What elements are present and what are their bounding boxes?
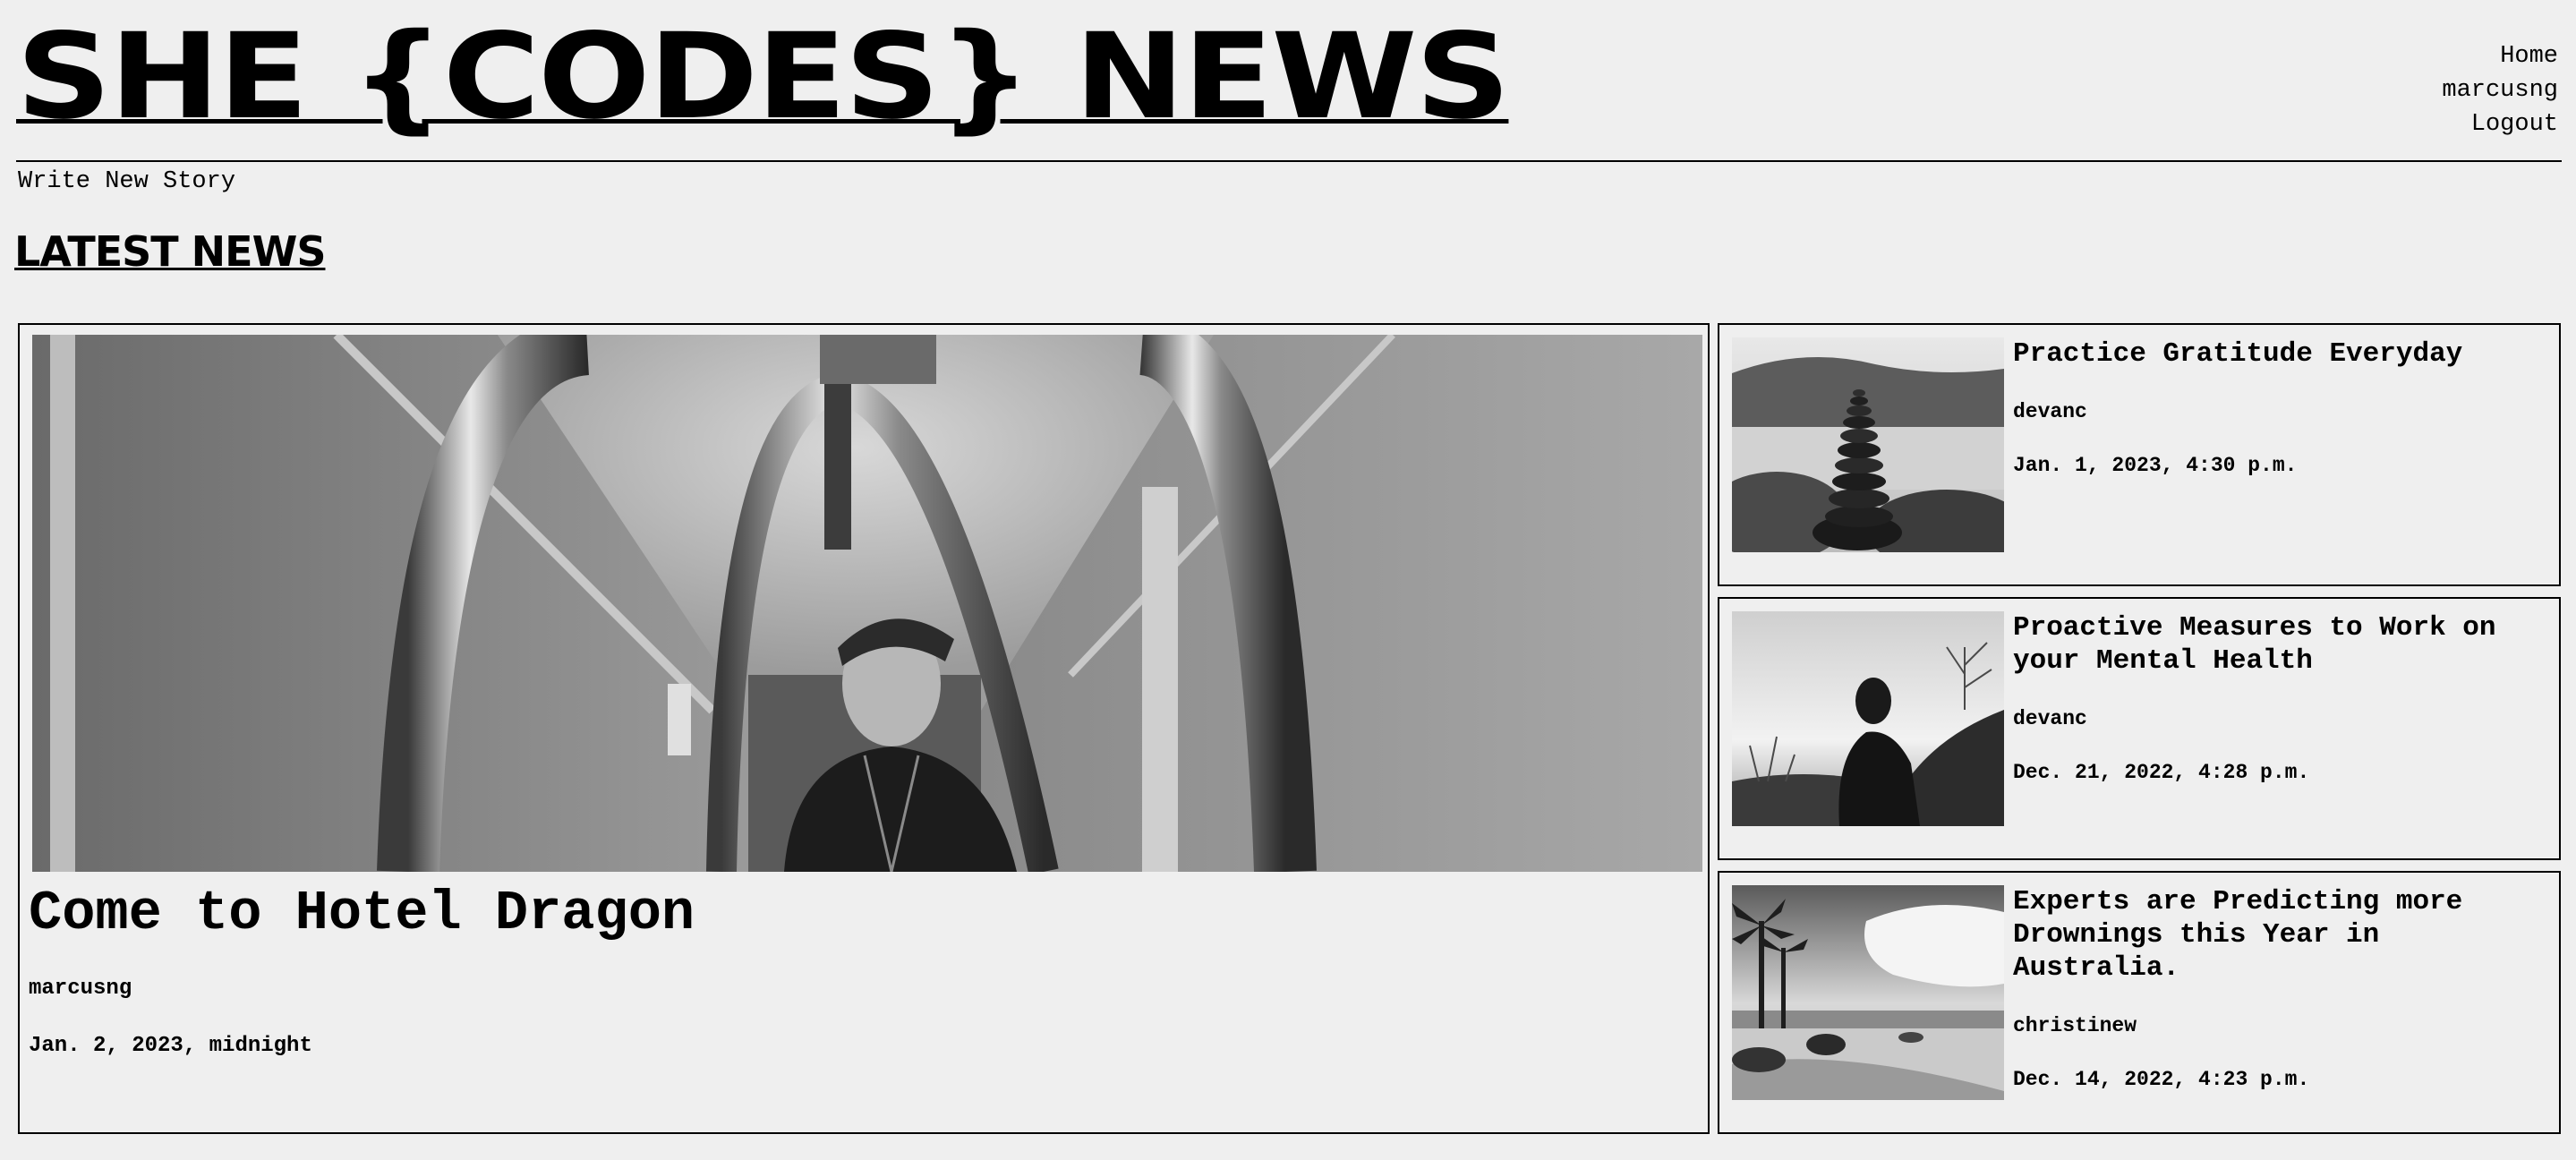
story-author: devanc <box>2013 707 2087 730</box>
site-title-link[interactable]: SHE {CODES} NEWS <box>16 18 1511 136</box>
top-nav: Home marcusng Logout <box>2442 39 2558 141</box>
story-image[interactable] <box>1732 611 2004 826</box>
featured-story-title[interactable]: Come to Hotel Dragon <box>29 882 695 945</box>
story-title[interactable]: Proactive Measures to Work on your Menta… <box>2013 611 2532 678</box>
featured-story-card[interactable]: Come to Hotel Dragon marcusng Jan. 2, 20… <box>18 323 1710 1134</box>
story-date: Dec. 14, 2022, 4:23 p.m. <box>2013 1068 2310 1091</box>
story-title[interactable]: Experts are Predicting more Drownings th… <box>2013 885 2532 985</box>
header-divider <box>16 160 2562 162</box>
story-date: Jan. 1, 2023, 4:30 p.m. <box>2013 454 2298 477</box>
section-title: LATEST NEWS <box>14 227 326 276</box>
story-card[interactable]: Experts are Predicting more Drownings th… <box>1718 871 2561 1134</box>
featured-story-date: Jan. 2, 2023, midnight <box>29 1034 312 1058</box>
nav-home-link[interactable]: Home <box>2442 39 2558 73</box>
write-new-story-link[interactable]: Write New Story <box>18 168 235 195</box>
story-image[interactable] <box>1732 337 2004 552</box>
story-title[interactable]: Practice Gratitude Everyday <box>2013 337 2532 371</box>
story-author: devanc <box>2013 400 2087 423</box>
nav-user-link[interactable]: marcusng <box>2442 73 2558 107</box>
nav-logout-link[interactable]: Logout <box>2442 107 2558 141</box>
story-card[interactable]: Proactive Measures to Work on your Menta… <box>1718 597 2561 860</box>
story-card[interactable]: Practice Gratitude Everyday devanc Jan. … <box>1718 323 2561 586</box>
story-date: Dec. 21, 2022, 4:28 p.m. <box>2013 761 2310 784</box>
featured-story-author: marcusng <box>29 977 132 1001</box>
story-author: christinew <box>2013 1014 2137 1037</box>
story-image[interactable] <box>1732 885 2004 1100</box>
featured-story-image[interactable] <box>32 335 1702 872</box>
